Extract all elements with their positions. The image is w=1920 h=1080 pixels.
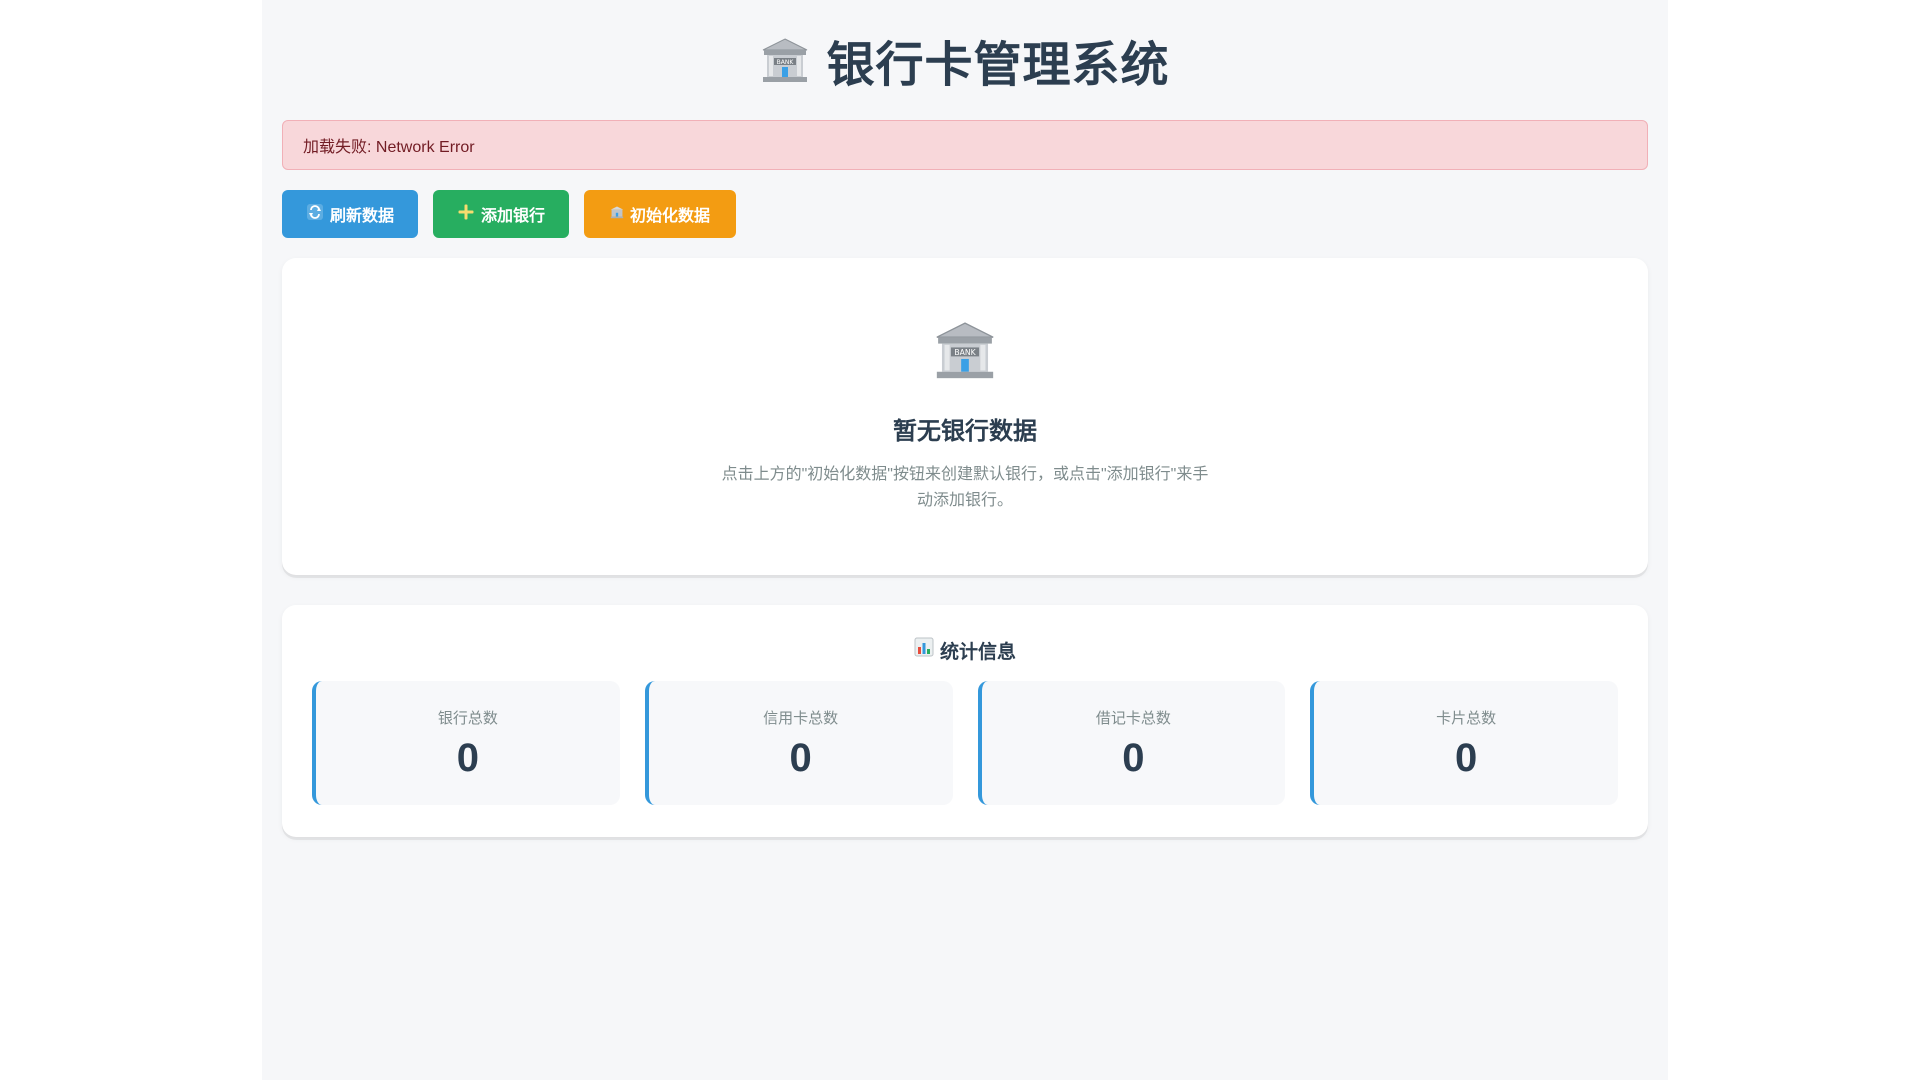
app-container: BANK 银行卡管理系统 加载失败: Network Error 刷新数据 添加…: [262, 0, 1668, 1080]
stat-label: 信用卡总数: [763, 710, 839, 727]
empty-state-description: 点击上方的"初始化数据"按钮来创建默认银行，或点击"添加银行"来手动添加银行。: [721, 466, 1209, 509]
add-bank-button[interactable]: 添加银行: [433, 190, 569, 238]
bank-icon: BANK: [760, 35, 810, 85]
stats-card: 统计信息 银行总数 0 信用卡总数 0 借记卡总数 0 卡片总数 0: [282, 605, 1648, 837]
stats-grid: 银行总数 0 信用卡总数 0 借记卡总数 0 卡片总数 0: [312, 681, 1618, 805]
error-alert: 加载失败: Network Error: [282, 120, 1648, 170]
stats-header: 统计信息: [312, 635, 1618, 665]
stat-bank-total: 银行总数 0: [312, 681, 620, 805]
refresh-button-label: 刷新数据: [330, 208, 395, 225]
svg-text:BANK: BANK: [777, 59, 795, 66]
error-alert-message: 加载失败: Network Error: [303, 139, 475, 156]
page-header: BANK 银行卡管理系统: [282, 0, 1648, 120]
stat-card-total: 卡片总数 0: [1310, 681, 1618, 805]
bank-icon: BANK: [933, 318, 997, 387]
toolbar: 刷新数据 添加银行 初始化数据: [282, 190, 1648, 238]
init-data-button[interactable]: 初始化数据: [584, 190, 736, 238]
stat-label: 卡片总数: [1436, 710, 1497, 727]
stats-title: 统计信息: [939, 641, 1016, 663]
init-data-button-label: 初始化数据: [629, 208, 710, 225]
stat-credit-card-total: 信用卡总数 0: [644, 681, 953, 805]
refresh-button[interactable]: 刷新数据: [282, 190, 418, 238]
stat-value: 0: [456, 736, 479, 780]
stat-value: 0: [789, 736, 812, 780]
stat-debit-card-total: 借记卡总数 0: [977, 681, 1286, 805]
bar-chart-icon: [914, 637, 934, 663]
plus-icon: [457, 203, 475, 226]
empty-state-title: 暂无银行数据: [893, 418, 1037, 445]
svg-text:BANK: BANK: [954, 348, 976, 357]
page-title: 银行卡管理系统: [826, 39, 1170, 92]
empty-state-card: BANK 暂无银行数据 点击上方的"初始化数据"按钮来创建默认银行，或点击"添加…: [282, 258, 1648, 575]
bank-icon: [610, 205, 624, 224]
add-bank-button-label: 添加银行: [481, 208, 546, 225]
stat-label: 银行总数: [437, 710, 498, 727]
stat-value: 0: [1455, 736, 1478, 780]
refresh-icon: [306, 203, 324, 226]
stat-label: 借记卡总数: [1095, 710, 1171, 727]
stat-value: 0: [1122, 736, 1145, 780]
